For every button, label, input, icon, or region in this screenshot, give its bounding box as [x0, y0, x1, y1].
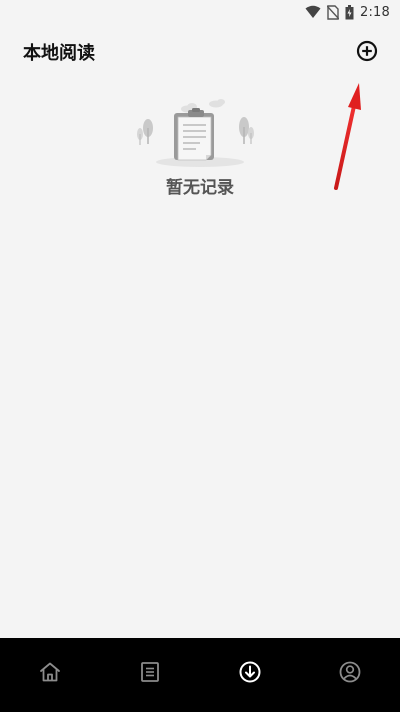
empty-message: 暂无记录: [166, 178, 234, 198]
no-sim-icon: [327, 4, 339, 20]
nav-download-button[interactable]: [238, 660, 262, 684]
status-time: 2:18: [360, 4, 390, 20]
title-bar: 本地阅读: [0, 24, 400, 78]
list-icon: [141, 662, 159, 682]
page-title: 本地阅读: [23, 43, 95, 64]
add-button[interactable]: [356, 40, 378, 62]
status-icons: 2:18: [305, 3, 390, 21]
battery-icon: [345, 4, 354, 19]
empty-clipboard-icon: [137, 99, 254, 167]
bottom-nav: [0, 638, 400, 712]
profile-icon: [339, 661, 361, 683]
nav-list-button[interactable]: [138, 660, 162, 684]
empty-state: 暂无记录: [0, 90, 400, 200]
download-icon: [239, 661, 261, 683]
nav-profile-button[interactable]: [338, 660, 362, 684]
wifi-icon: [305, 5, 321, 18]
nav-home-button[interactable]: [38, 660, 62, 684]
home-icon: [40, 662, 60, 682]
status-bar: 2:18: [0, 0, 400, 24]
add-circle-icon: [356, 40, 378, 62]
